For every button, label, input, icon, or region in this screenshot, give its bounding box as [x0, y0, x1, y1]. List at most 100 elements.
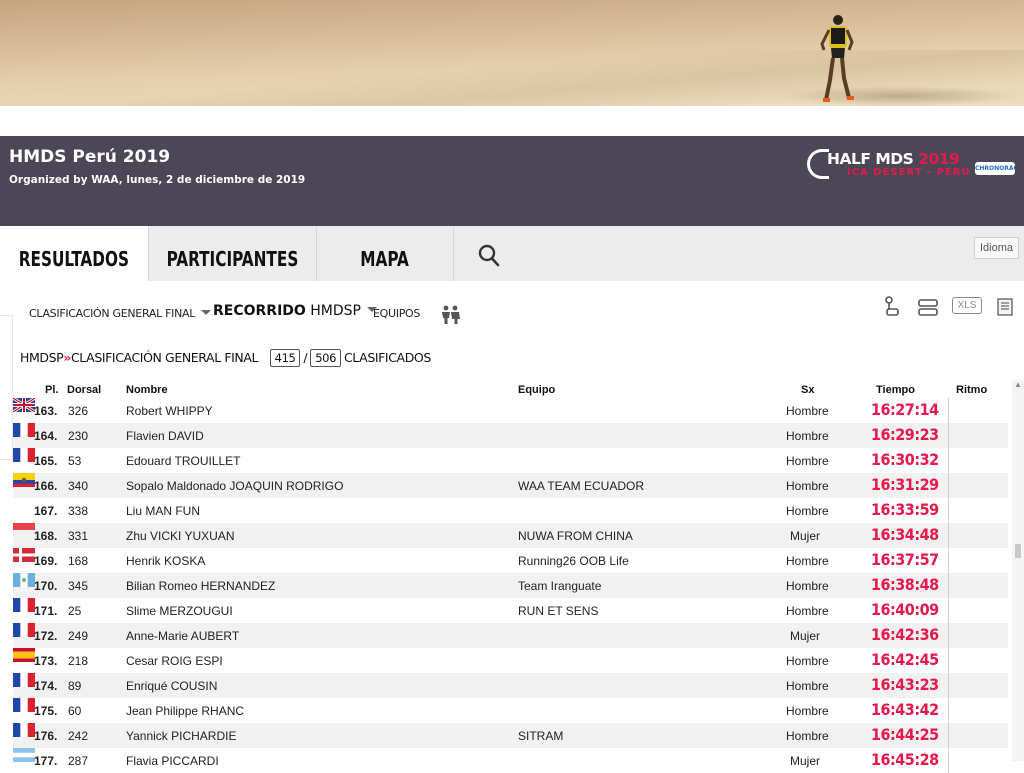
cell-place: 167.: [34, 504, 58, 518]
cell-sex: Hombre: [786, 429, 829, 443]
cell-sex: Hombre: [786, 604, 829, 618]
header-equipo[interactable]: Equipo: [518, 384, 555, 396]
table-row[interactable]: 166. 340 Sopalo Maldonado JOAQUIN RODRIGO W…: [13, 473, 1008, 498]
cell-dorsal: 53: [68, 454, 82, 468]
tab-participantes[interactable]: PARTICIPANTES: [149, 226, 317, 281]
cell-time: 16:45:28: [871, 750, 939, 769]
table-row[interactable]: 169. 168 Henrik KOSKA Running26 OOB Life Hom…: [13, 548, 1008, 573]
hero-banner: [0, 0, 1024, 106]
header-dorsal[interactable]: Dorsal: [67, 384, 101, 396]
flag-icon: [13, 448, 35, 462]
cell-name[interactable]: Flavia PICCARDI: [126, 754, 219, 768]
breadcrumb-course[interactable]: HMDSP: [20, 350, 64, 365]
cell-name[interactable]: Enriqué COUSIN: [126, 679, 217, 693]
cell-sex: Hombre: [786, 654, 829, 668]
cell-sex: Hombre: [786, 679, 829, 693]
cell-place: 173.: [34, 654, 58, 668]
cell-sex: Hombre: [786, 704, 829, 718]
table-row[interactable]: 168. 331 Zhu VICKI YUXUAN NUWA FROM CHINA Mu…: [13, 523, 1008, 548]
cell-name[interactable]: Jean Philippe RHANC: [126, 704, 244, 718]
cell-team: NUWA FROM CHINA: [518, 529, 633, 543]
cell-place: 177.: [34, 754, 58, 768]
table-row[interactable]: 170. 345 Bilian Romeo HERNANDEZ Team Irangu…: [13, 573, 1008, 598]
table-row[interactable]: 163. 326 Robert WHIPPY Hombre 16:27:14: [12, 396, 1008, 423]
cell-name[interactable]: Zhu VICKI YUXUAN: [126, 529, 234, 543]
table-row[interactable]: 164. 230 Flavien DAVID Hombre 16:29:23: [13, 423, 1008, 448]
header-sx[interactable]: Sx: [801, 384, 814, 396]
flag-icon: [13, 473, 35, 487]
cell-name[interactable]: Anne-Marie AUBERT: [126, 629, 239, 643]
header-nombre[interactable]: Nombre: [126, 384, 168, 396]
table-row[interactable]: 167. 338 Liu MAN FUN Hombre 16:33:59: [13, 498, 1008, 523]
cell-time: 16:43:23: [871, 675, 939, 694]
cell-name[interactable]: Sopalo Maldonado JOAQUIN RODRIGO: [126, 479, 343, 493]
xls-export-button[interactable]: XLS: [952, 297, 982, 314]
print-list-icon[interactable]: [996, 296, 1014, 318]
cell-sex: Hombre: [786, 404, 829, 418]
logo-year: 2019: [918, 150, 960, 168]
cell-name[interactable]: Liu MAN FUN: [126, 504, 200, 518]
people-icon[interactable]: [440, 305, 462, 325]
header-pl[interactable]: Pl.: [45, 384, 58, 396]
table-row[interactable]: 173. 218 Cesar ROIG ESPI Hombre 16:42:45: [13, 648, 1008, 673]
flag-icon: [13, 673, 35, 687]
cell-name[interactable]: Henrik KOSKA: [126, 554, 205, 568]
column-divider: [948, 573, 949, 598]
cell-name[interactable]: Slime MERZOUGUI: [126, 604, 233, 618]
count-slash: /: [303, 350, 308, 365]
column-divider: [948, 498, 949, 523]
cell-time: 16:34:48: [871, 525, 939, 544]
scrollbar[interactable]: ▲: [1012, 380, 1024, 761]
scrollbar-thumb[interactable]: [1015, 544, 1021, 558]
cell-name[interactable]: Robert WHIPPY: [126, 404, 213, 418]
column-divider: [948, 398, 949, 423]
layout-rows-icon[interactable]: [917, 297, 939, 319]
header-tiempo[interactable]: Tiempo: [876, 384, 915, 396]
table-row[interactable]: 171. 25 Slime MERZOUGUI RUN ET SENS Hombre 16…: [13, 598, 1008, 623]
cell-time: 16:38:48: [871, 575, 939, 594]
cell-place: 163.: [34, 404, 58, 418]
cell-sex: Hombre: [786, 479, 829, 493]
event-logo: HALF MDS 2019 ICA DESERT - PERU CHRONORA…: [807, 147, 1015, 185]
cell-place: 171.: [34, 604, 58, 618]
scroll-up-icon[interactable]: ▲: [1014, 380, 1022, 389]
cell-sex: Hombre: [786, 729, 829, 743]
column-divider: [948, 523, 949, 548]
table-row[interactable]: 176. 242 Yannick PICHARDIE SITRAM Hombre 16:4…: [13, 723, 1008, 748]
header-ritmo[interactable]: Ritmo: [956, 384, 987, 396]
cell-name[interactable]: Edouard TROUILLET: [126, 454, 241, 468]
table-row[interactable]: 174. 89 Enriqué COUSIN Hombre 16:43:23: [13, 673, 1008, 698]
flag-icon: [13, 648, 35, 662]
cell-place: 166.: [34, 479, 58, 493]
column-divider: [948, 648, 949, 673]
tab-mapa[interactable]: MAPA: [317, 226, 454, 281]
tab-resultados[interactable]: RESULTADOS: [0, 226, 149, 281]
filter-tree-icon[interactable]: [884, 296, 902, 318]
table-row[interactable]: 172. 249 Anne-Marie AUBERT Mujer 16:42:36: [13, 623, 1008, 648]
cell-sex: Hombre: [786, 454, 829, 468]
language-button[interactable]: Idioma: [974, 237, 1019, 259]
tab-label: PARTICIPANTES: [166, 247, 299, 271]
teams-link[interactable]: EQUIPOS: [373, 307, 420, 320]
cell-time: 16:37:57: [871, 550, 939, 569]
cell-name[interactable]: Flavien DAVID: [126, 429, 204, 443]
chevron-down-icon: [201, 310, 212, 315]
search-icon[interactable]: [478, 244, 500, 268]
table-row[interactable]: 165. 53 Edouard TROUILLET Hombre 16:30:32: [13, 448, 1008, 473]
cell-name[interactable]: Yannick PICHARDIE: [126, 729, 236, 743]
flag-icon: [13, 573, 35, 587]
course-dropdown[interactable]: RECORRIDO HMDSP: [213, 303, 377, 319]
cell-dorsal: 249: [68, 629, 89, 643]
table-header: Pl. Dorsal Nombre Equipo Sx Tiempo Ritmo: [0, 384, 1012, 398]
cell-name[interactable]: Cesar ROIG ESPI: [126, 654, 223, 668]
cell-time: 16:42:45: [871, 650, 939, 669]
classification-dropdown[interactable]: CLASIFICACIÓN GENERAL FINAL: [29, 307, 212, 320]
table-row[interactable]: 175. 60 Jean Philippe RHANC Hombre 16:43:42: [13, 698, 1008, 723]
cell-name[interactable]: Bilian Romeo HERNANDEZ: [126, 579, 275, 593]
column-divider: [948, 698, 949, 723]
cell-place: 172.: [34, 629, 58, 643]
breadcrumb-classification: CLASIFICACIÓN GENERAL FINAL: [70, 350, 259, 365]
cell-place: 169.: [34, 554, 58, 568]
cell-time: 16:40:09: [871, 600, 939, 619]
cell-dorsal: 326: [68, 404, 89, 418]
